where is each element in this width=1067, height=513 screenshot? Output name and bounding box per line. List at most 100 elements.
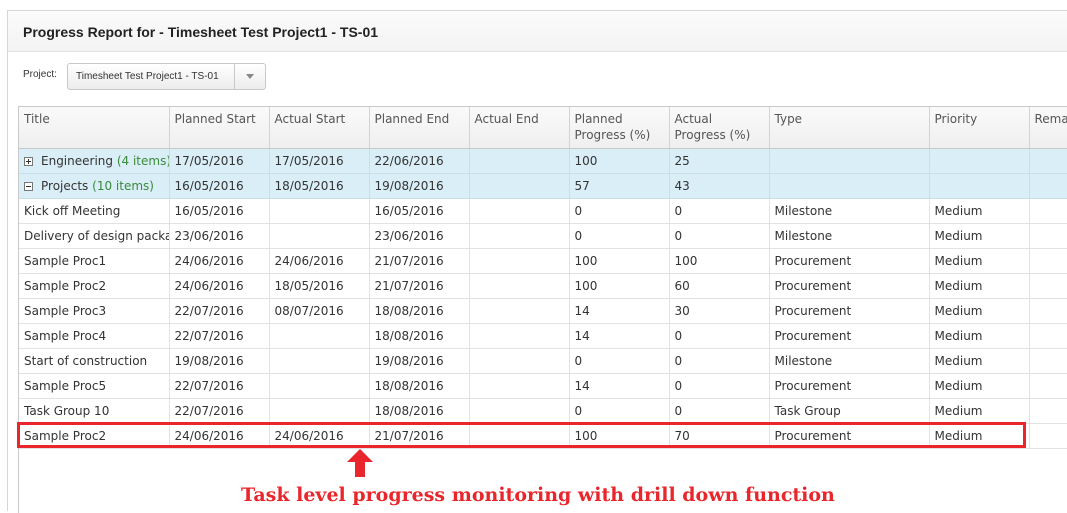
cell-actual-progress: 0 — [669, 398, 769, 423]
cell-type: Procurement — [769, 373, 929, 398]
column-header[interactable]: Remaining — [1029, 107, 1067, 148]
column-header[interactable]: ActualProgress (%) — [669, 107, 769, 148]
cell-actual-start — [269, 198, 369, 223]
cell-planned-progress: 0 — [569, 348, 669, 373]
cell-planned-progress: 14 — [569, 323, 669, 348]
column-header-label: Actual End — [475, 112, 539, 126]
cell-priority: Medium — [929, 198, 1029, 223]
cell-remaining — [1029, 248, 1067, 273]
cell-title: Start of construction — [19, 348, 169, 373]
column-header[interactable]: Priority — [929, 107, 1029, 148]
expand-icon[interactable] — [24, 157, 33, 166]
cell-actual-end — [469, 148, 569, 173]
group-title-cell: Engineering (4 items) — [19, 148, 169, 173]
table-row[interactable]: Task Group 1022/07/201618/08/201600Task … — [19, 398, 1067, 423]
cell-planned-progress: 100 — [569, 148, 669, 173]
cell-planned-start: 17/05/2016 — [169, 148, 269, 173]
cell-priority: Medium — [929, 348, 1029, 373]
cell-actual-start: 08/07/2016 — [269, 298, 369, 323]
column-header[interactable]: Planned End — [369, 107, 469, 148]
cell-remaining — [1029, 198, 1067, 223]
table-row[interactable]: Sample Proc422/07/201618/08/2016140Procu… — [19, 323, 1067, 348]
cell-planned-end: 21/07/2016 — [369, 248, 469, 273]
column-header[interactable]: Title — [19, 107, 169, 148]
column-header[interactable]: Type — [769, 107, 929, 148]
panel-title: Progress Report for - Timesheet Test Pro… — [23, 24, 378, 40]
cell-remaining — [1029, 298, 1067, 323]
cell-planned-end: 19/08/2016 — [369, 173, 469, 198]
cell-type: Milestone — [769, 223, 929, 248]
group-name: Engineering — [41, 154, 113, 168]
cell-planned-end: 19/08/2016 — [369, 348, 469, 373]
cell-remaining — [1029, 423, 1067, 448]
table-row[interactable]: Start of construction19/08/201619/08/201… — [19, 348, 1067, 373]
cell-title: Sample Proc5 — [19, 373, 169, 398]
column-header-label: Planned — [575, 112, 623, 126]
progress-report-panel: Progress Report for - Timesheet Test Pro… — [7, 10, 1067, 511]
header-row: Title Planned Start Actual Start Planned En… — [19, 107, 1067, 148]
column-header-label-line2: Progress (%) — [675, 127, 764, 143]
column-header[interactable]: PlannedProgress (%) — [569, 107, 669, 148]
cell-title: Kick off Meeting — [19, 198, 169, 223]
table-row[interactable]: Sample Proc224/06/201624/06/201621/07/20… — [19, 423, 1067, 448]
cell-planned-start: 16/05/2016 — [169, 198, 269, 223]
column-header[interactable]: Planned Start — [169, 107, 269, 148]
cell-actual-progress: 0 — [669, 323, 769, 348]
table-row[interactable]: Sample Proc522/07/201618/08/2016140Procu… — [19, 373, 1067, 398]
table-row[interactable]: Delivery of design package23/06/201623/0… — [19, 223, 1067, 248]
cell-priority: Medium — [929, 223, 1029, 248]
cell-actual-start — [269, 223, 369, 248]
column-header-label: Planned Start — [175, 112, 256, 126]
table-row[interactable]: Sample Proc224/06/201618/05/201621/07/20… — [19, 273, 1067, 298]
cell-actual-end — [469, 373, 569, 398]
cell-remaining — [1029, 398, 1067, 423]
table-row[interactable]: Kick off Meeting16/05/201616/05/201600Mi… — [19, 198, 1067, 223]
cell-actual-start — [269, 323, 369, 348]
cell-title: Sample Proc4 — [19, 323, 169, 348]
cell-planned-progress: 14 — [569, 298, 669, 323]
panel-header: Progress Report for - Timesheet Test Pro… — [8, 11, 1067, 52]
table-row[interactable]: Sample Proc124/06/201624/06/201621/07/20… — [19, 248, 1067, 273]
up-arrow-icon — [347, 449, 373, 477]
progress-table: Title Planned Start Actual Start Planned En… — [19, 107, 1067, 449]
cell-planned-end: 18/08/2016 — [369, 373, 469, 398]
cell-actual-progress: 0 — [669, 223, 769, 248]
cell-planned-end: 23/06/2016 — [369, 223, 469, 248]
cell-actual-progress: 30 — [669, 298, 769, 323]
cell-remaining — [1029, 223, 1067, 248]
cell-actual-start: 18/05/2016 — [269, 273, 369, 298]
table-row[interactable]: Sample Proc322/07/201608/07/201618/08/20… — [19, 298, 1067, 323]
cell-priority: Medium — [929, 373, 1029, 398]
project-dropdown-button[interactable] — [234, 64, 265, 89]
cell-actual-end — [469, 248, 569, 273]
cell-type — [769, 148, 929, 173]
annotation-caption: Task level progress monitoring with dril… — [241, 484, 835, 506]
collapse-icon[interactable] — [24, 182, 33, 191]
project-dropdown[interactable]: Timesheet Test Project1 - TS-01 — [67, 63, 266, 90]
column-header[interactable]: Actual End — [469, 107, 569, 148]
cell-actual-start — [269, 373, 369, 398]
cell-actual-progress: 60 — [669, 273, 769, 298]
cell-actual-end — [469, 223, 569, 248]
group-name: Projects — [41, 179, 88, 193]
cell-actual-progress: 43 — [669, 173, 769, 198]
group-count: (4 items) — [117, 154, 169, 168]
project-dropdown-value: Timesheet Test Project1 - TS-01 — [76, 71, 219, 82]
cell-actual-start — [269, 398, 369, 423]
cell-remaining — [1029, 373, 1067, 398]
cell-planned-start: 22/07/2016 — [169, 298, 269, 323]
cell-planned-start: 24/06/2016 — [169, 423, 269, 448]
column-header[interactable]: Actual Start — [269, 107, 369, 148]
project-label: Project: — [23, 69, 57, 80]
column-header-label: Remaining — [1035, 112, 1067, 126]
group-row[interactable]: Projects (10 items)16/05/201618/05/20161… — [19, 173, 1067, 198]
cell-priority: Medium — [929, 323, 1029, 348]
cell-priority — [929, 173, 1029, 198]
cell-type: Task Group — [769, 398, 929, 423]
cell-planned-progress: 100 — [569, 273, 669, 298]
group-row[interactable]: Engineering (4 items)17/05/201617/05/201… — [19, 148, 1067, 173]
cell-actual-start — [269, 348, 369, 373]
cell-actual-progress: 0 — [669, 373, 769, 398]
cell-planned-start: 22/07/2016 — [169, 398, 269, 423]
column-header-label: Planned End — [375, 112, 450, 126]
